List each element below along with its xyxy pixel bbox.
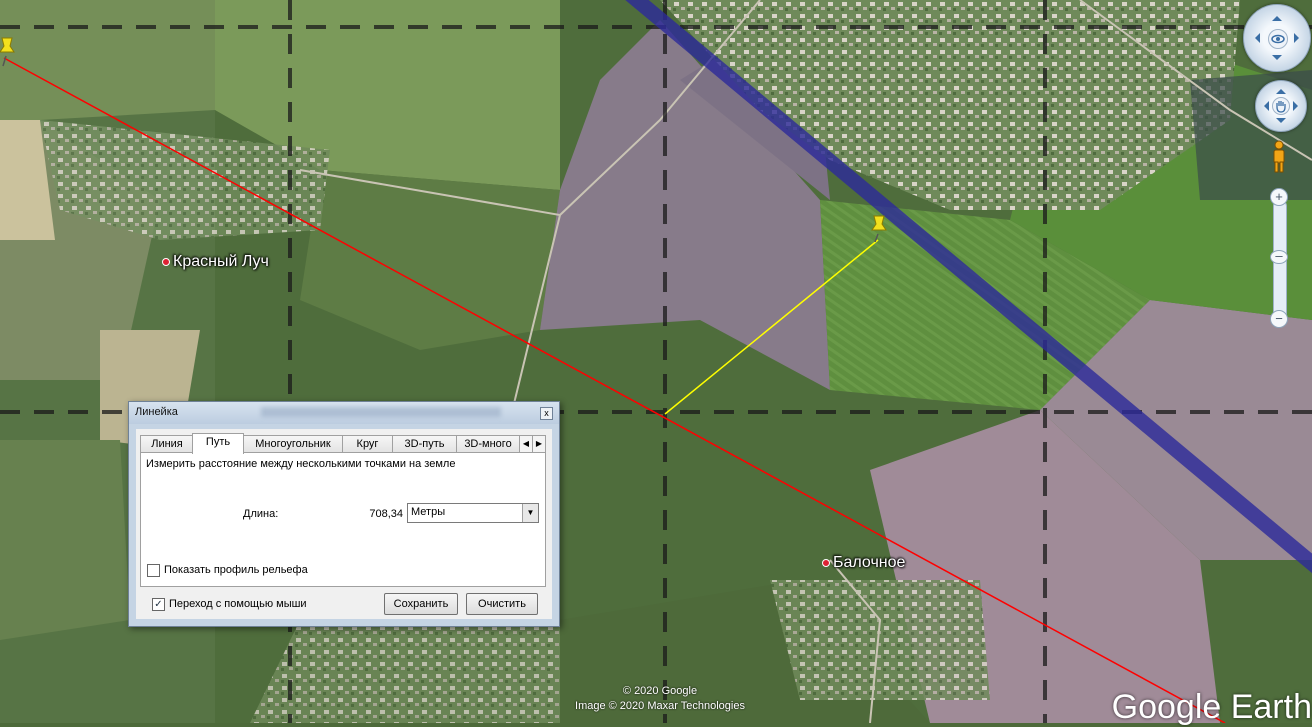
mouse-nav-checkbox[interactable]: ✓	[152, 598, 165, 611]
ruler-dialog: Линейка x Линия Путь Многоугольник Круг …	[128, 401, 560, 627]
pegman-icon[interactable]	[1270, 140, 1288, 174]
arrow-down-icon[interactable]	[1272, 55, 1282, 65]
town-area	[250, 620, 560, 723]
mouse-nav-label[interactable]: Переход с помощью мыши	[169, 598, 307, 610]
copyright-line-2: Image © 2020 Maxar Technologies	[575, 700, 745, 712]
tab-3d-path[interactable]: 3D-путь	[392, 435, 457, 453]
place-label[interactable]: Балочное	[822, 554, 905, 572]
unit-value: Метры	[411, 506, 446, 518]
arrow-up-icon[interactable]	[1276, 84, 1286, 94]
arrow-up-icon[interactable]	[1272, 11, 1282, 21]
google-earth-logo: Google Earth	[1111, 688, 1312, 726]
copyright-line-1: © 2020 Google	[622, 685, 698, 697]
arrow-right-icon[interactable]	[1294, 33, 1304, 43]
length-label: Длина:	[243, 508, 279, 520]
move-control[interactable]	[1255, 80, 1307, 132]
chevron-right-icon[interactable]: ▶	[532, 435, 546, 453]
dialog-title: Линейка	[135, 406, 178, 418]
hand-icon	[1272, 97, 1290, 115]
arrow-left-icon[interactable]	[1259, 101, 1269, 111]
unit-select[interactable]: Метры ▼	[407, 503, 539, 523]
close-button[interactable]: x	[540, 407, 553, 420]
tab-strip: Линия Путь Многоугольник Круг 3D-путь 3D…	[140, 433, 550, 454]
tab-circle[interactable]: Круг	[342, 435, 393, 453]
tab-panel: Измерить расстояние между несколькими то…	[140, 452, 546, 587]
place-name: Балочное	[833, 554, 906, 571]
arrow-right-icon[interactable]	[1293, 101, 1303, 111]
zoom-out-button[interactable]: −	[1270, 310, 1288, 328]
tab-3d-polygon[interactable]: 3D-много	[456, 435, 520, 453]
arrow-down-icon[interactable]	[1276, 118, 1286, 128]
description-text: Измерить расстояние между несколькими то…	[146, 458, 456, 470]
show-profile-label[interactable]: Показать профиль рельефа	[164, 564, 308, 576]
arrow-left-icon[interactable]	[1250, 33, 1260, 43]
tab-line[interactable]: Линия	[140, 435, 194, 453]
zoom-in-button[interactable]: +	[1270, 188, 1288, 206]
town-area	[770, 580, 990, 700]
blurred-region	[261, 407, 501, 417]
look-control[interactable]	[1243, 4, 1311, 72]
chevron-down-icon[interactable]: ▼	[522, 504, 538, 522]
place-label[interactable]: Красный Луч	[162, 253, 269, 271]
place-marker-icon	[822, 558, 830, 567]
chevron-left-icon[interactable]: ◀	[519, 435, 533, 453]
dialog-body: Линия Путь Многоугольник Круг 3D-путь 3D…	[136, 429, 552, 619]
tab-polygon[interactable]: Многоугольник	[243, 435, 343, 453]
tab-path[interactable]: Путь	[192, 433, 244, 454]
show-profile-checkbox[interactable]	[147, 564, 160, 577]
dialog-titlebar[interactable]: Линейка x	[129, 402, 559, 424]
eye-icon	[1268, 29, 1288, 49]
zoom-handle[interactable]: –	[1270, 249, 1288, 264]
place-marker-icon	[162, 257, 170, 266]
save-button[interactable]: Сохранить	[384, 593, 458, 615]
clear-button[interactable]: Очистить	[466, 593, 538, 615]
place-name: Красный Луч	[173, 253, 269, 270]
length-value: 708,34	[369, 508, 403, 520]
